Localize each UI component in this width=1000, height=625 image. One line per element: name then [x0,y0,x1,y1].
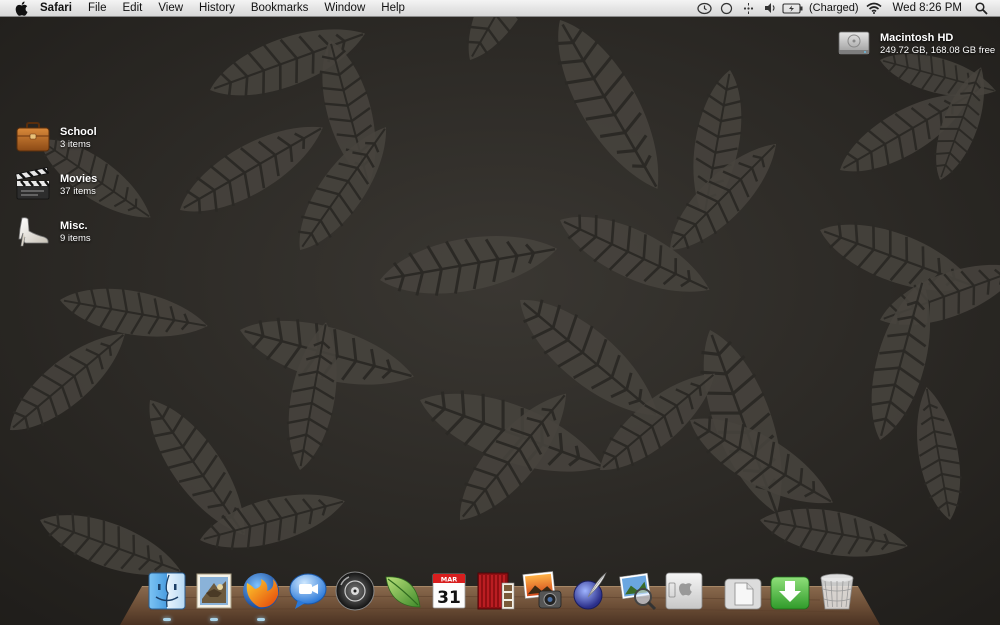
app-menu-safari[interactable]: Safari [32,0,80,17]
dock-stack-documents[interactable] [720,569,766,615]
running-indicator [210,618,218,621]
trash-icon [820,573,854,610]
folder-name: Movies [60,173,98,185]
dock-item-firefox[interactable] [238,569,284,621]
dock-item-dvd-player[interactable] [332,569,378,615]
desktop-wallpaper [0,0,1000,625]
dock-item-iphoto[interactable] [520,569,566,615]
dock-item-ichat[interactable] [285,569,331,615]
bootcamp-icon [665,572,703,610]
dock-stack-downloads[interactable] [767,569,813,615]
volume-icon[interactable] [759,0,781,17]
folder-name: Misc. [60,220,88,232]
desktop-folder-misc[interactable]: Misc. 9 items [14,213,134,251]
leaf-icon [385,576,421,608]
briefcase-icon [16,122,50,152]
apple-menu-icon[interactable] [10,0,32,17]
ichat-icon [289,573,327,609]
dock: MAR 31 [144,567,861,621]
menubar-clock[interactable]: Wed 8:26 PM [885,2,970,14]
menu-bar: Safari File Edit View History Bookmarks … [0,0,1000,17]
calendar-day: 31 [437,588,461,608]
dock-item-leaf-app[interactable] [379,569,425,615]
running-indicator [257,618,265,621]
menu-file[interactable]: File [80,0,115,17]
firefox-icon [243,573,279,609]
dock-item-mail[interactable] [191,569,237,621]
dock-item-preview[interactable] [614,569,660,615]
running-indicator [163,618,171,621]
dock-separator [708,569,720,615]
drive-info: 249.72 GB, 168.08 GB free [880,45,996,56]
desktop-folder-movies[interactable]: Movies 37 items [14,166,134,204]
dock-item-photo-booth[interactable] [473,569,519,615]
drive-name: Macintosh HD [880,32,954,44]
menu-bookmarks[interactable]: Bookmarks [243,0,317,17]
folder-count: 37 items [60,186,96,197]
folder-name: School [60,126,97,138]
menu-help[interactable]: Help [373,0,413,17]
bluetooth-icon[interactable] [737,0,759,17]
menu-edit[interactable]: Edit [115,0,151,17]
desktop-folder-school[interactable]: School 3 items [14,119,134,157]
dock-item-ical[interactable]: MAR 31 [426,569,472,615]
calendar-icon: MAR 31 [432,573,466,609]
photo-booth-icon [477,572,515,610]
dock-item-finder[interactable] [144,569,190,621]
time-machine-icon[interactable] [693,0,715,17]
menu-history[interactable]: History [191,0,243,17]
dock-item-script-editor[interactable] [567,569,613,615]
mail-icon [196,573,232,609]
menu-window[interactable]: Window [316,0,373,17]
dvd-player-icon [335,571,375,611]
clapperboard-icon [15,167,50,200]
folder-count: 3 items [60,139,91,150]
battery-icon[interactable] [781,0,805,17]
menu-view[interactable]: View [150,0,191,17]
iphoto-icon [522,571,562,609]
preview-icon [619,572,657,611]
shoe-icon [18,217,49,247]
dock-item-boot-camp[interactable] [661,569,707,615]
wifi-icon[interactable] [863,0,885,17]
sync-icon[interactable] [715,0,737,17]
battery-status-text: (Charged) [809,2,859,14]
hard-drive-icon [838,31,870,55]
dock-stack-trash[interactable] [814,569,860,615]
quill-icon [573,572,607,610]
spotlight-icon[interactable] [970,0,992,17]
downloads-stack-icon [770,576,810,610]
documents-stack-icon [724,578,762,610]
finder-icon [148,572,186,610]
macintosh-hd-drive[interactable]: Macintosh HD 249.72 GB, 168.08 GB free [836,26,996,62]
folder-count: 9 items [60,233,91,244]
calendar-month: MAR [441,575,458,583]
